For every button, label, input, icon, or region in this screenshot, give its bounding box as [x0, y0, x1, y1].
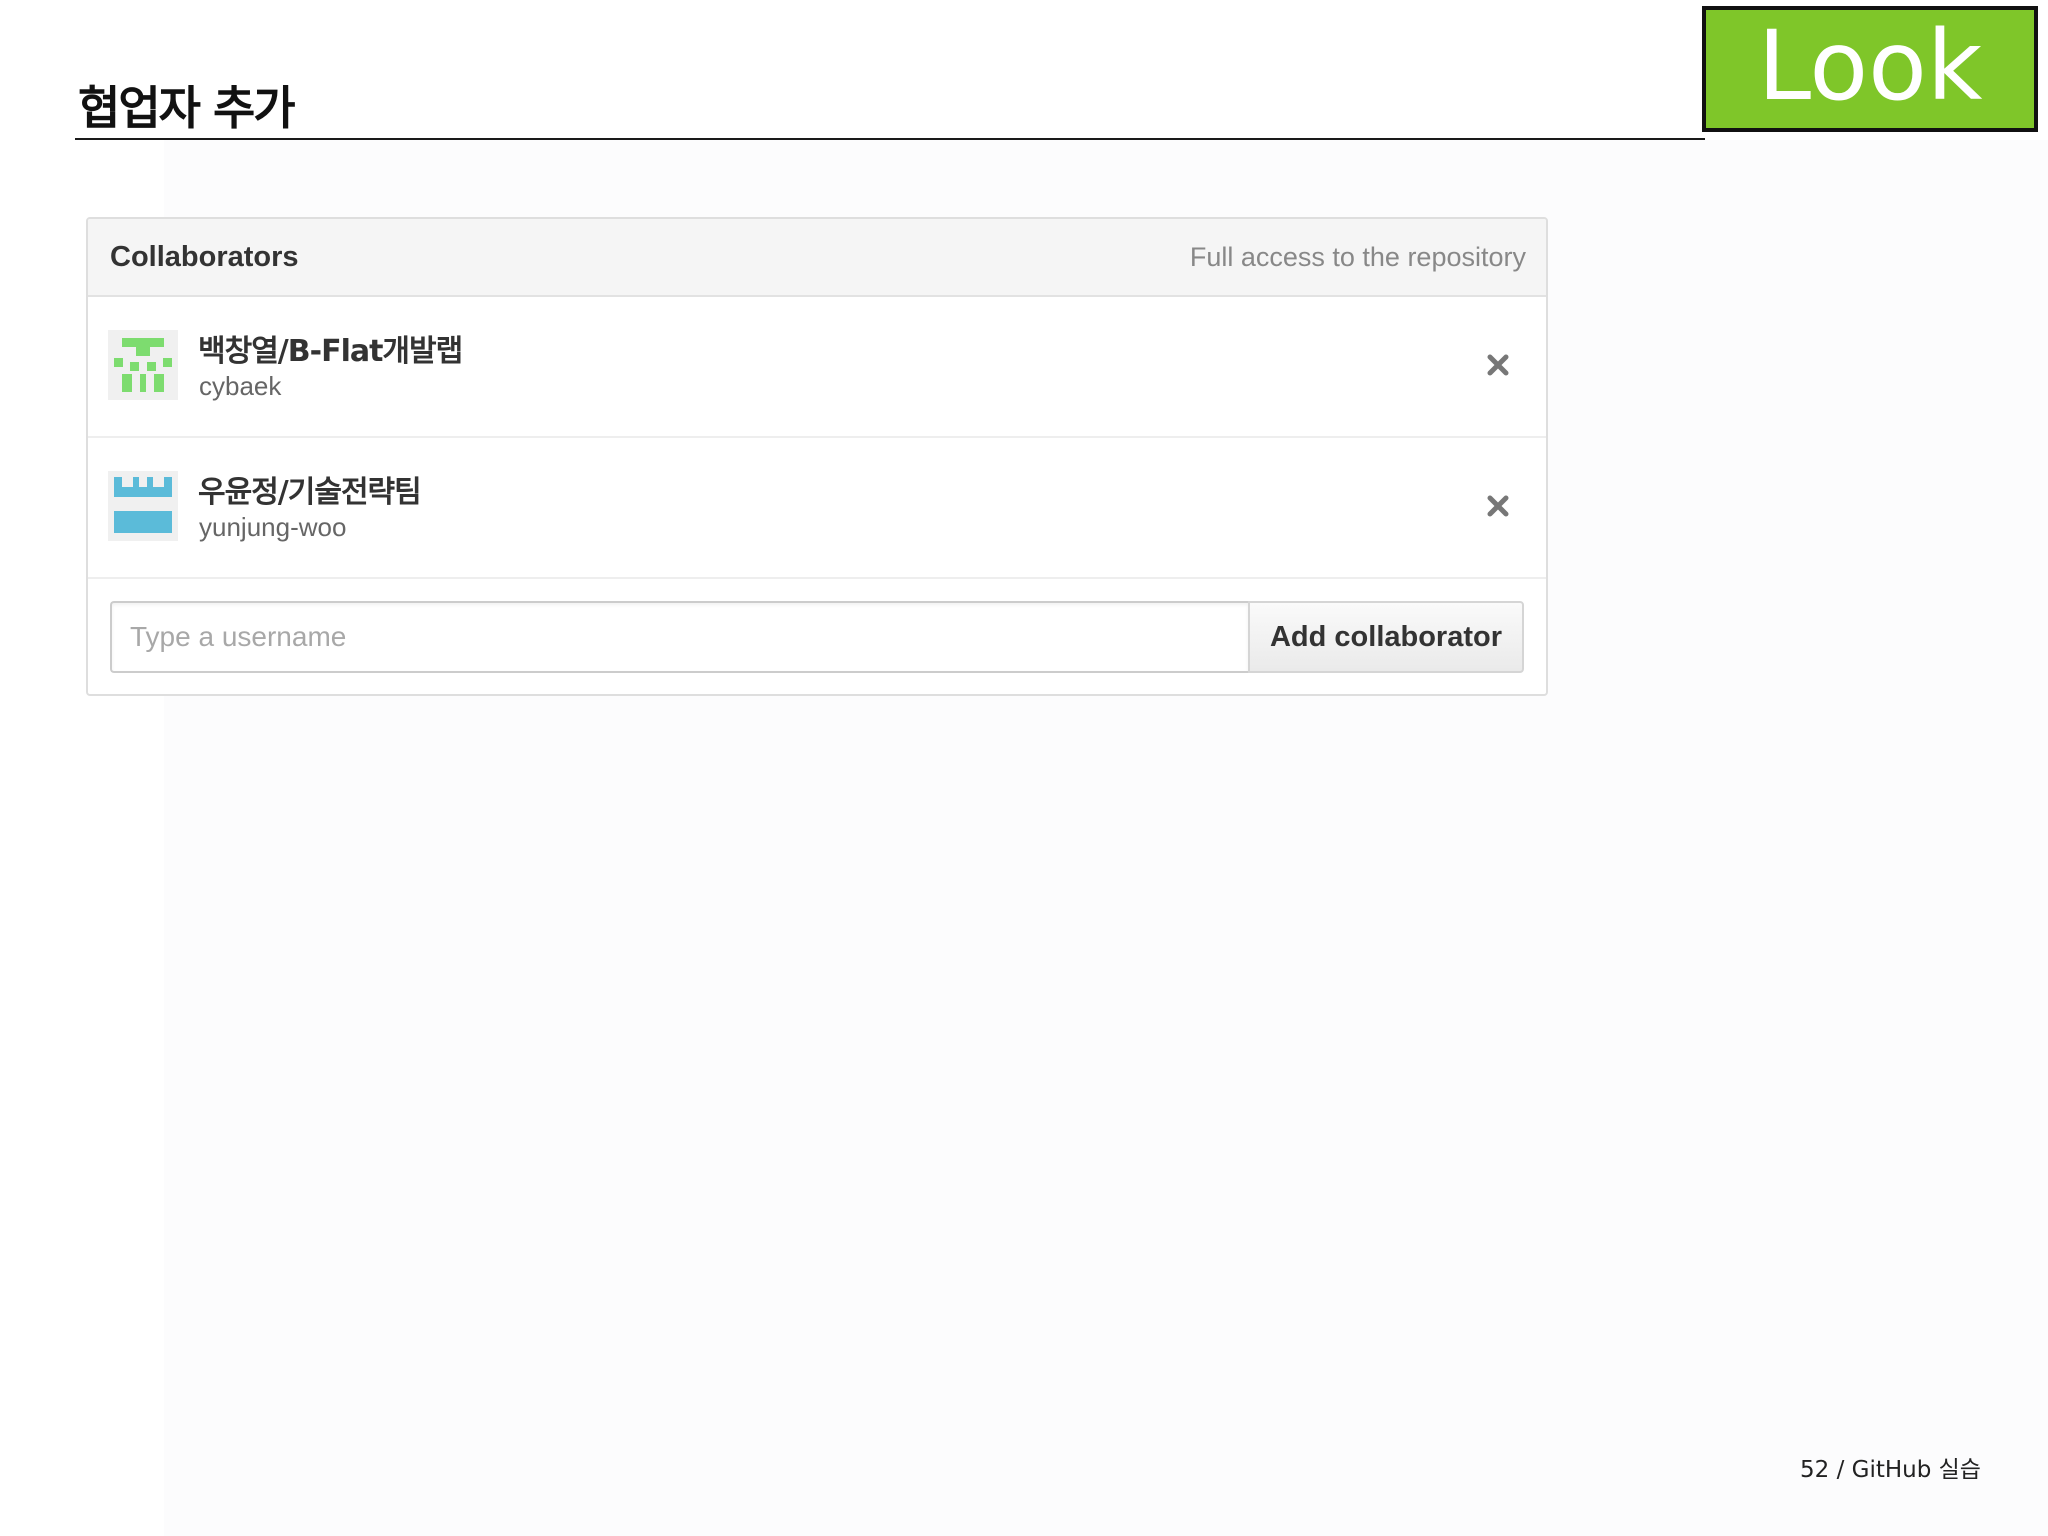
collaborator-login: cybaek — [199, 371, 282, 401]
panel-subtitle: Full access to the repository — [1189, 241, 1526, 272]
collaborator-name: 백창열/B-Flat개발랩 — [198, 334, 463, 369]
slide-footer: 52 / GitHub 실습 — [1800, 1457, 1981, 1483]
identicon-blue-icon — [108, 471, 178, 541]
collaborator-login: yunjung-woo — [199, 512, 347, 542]
collaborator-name: 우윤정/기술전략팀 — [198, 475, 422, 510]
look-badge: Look — [1702, 6, 2038, 132]
collaborator-row: 백창열/B-Flat개발랩 cybaek — [88, 297, 1546, 438]
title-divider — [75, 138, 1705, 140]
avatar — [108, 330, 178, 400]
identicon-green-icon — [108, 330, 178, 400]
username-input[interactable] — [110, 601, 1248, 673]
add-collaborator-form: Add collaborator — [110, 601, 1524, 673]
add-collaborator-button[interactable]: Add collaborator — [1248, 601, 1524, 673]
close-icon — [1487, 354, 1509, 376]
close-icon — [1487, 495, 1509, 517]
panel-header: Collaborators Full access to the reposit… — [88, 219, 1546, 297]
remove-collaborator-button[interactable] — [1480, 488, 1516, 524]
panel-title: Collaborators — [110, 240, 299, 273]
remove-collaborator-button[interactable] — [1480, 347, 1516, 383]
page-title: 협업자 추가 — [78, 81, 296, 135]
collaborator-row: 우윤정/기술전략팀 yunjung-woo — [88, 438, 1546, 579]
collaborators-panel: Collaborators Full access to the reposit… — [86, 217, 1548, 696]
avatar — [108, 471, 178, 541]
